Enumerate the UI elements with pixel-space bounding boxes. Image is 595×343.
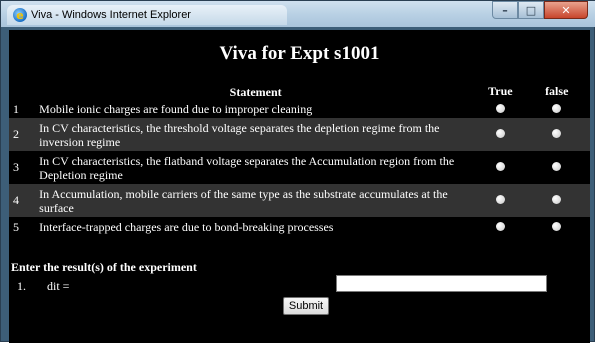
row-statement: Mobile ionic charges are found due to im… (35, 100, 473, 118)
maximize-icon: □ (525, 3, 537, 17)
table-row: 5 Interface-trapped charges are due to b… (9, 217, 590, 237)
close-icon: ✕ (561, 3, 571, 17)
false-radio[interactable] (552, 129, 562, 138)
header-true: True (488, 84, 513, 98)
close-button[interactable]: ✕ (544, 1, 588, 19)
row-statement: In Accumulation, mobile carriers of the … (35, 184, 473, 217)
row-statement: Interface-trapped charges are due to bon… (35, 217, 473, 237)
false-radio[interactable] (552, 195, 562, 204)
row-statement: In CV characteristics, the flatband volt… (35, 151, 473, 184)
row-number: 1 (9, 100, 36, 118)
false-radio[interactable] (552, 162, 562, 171)
quiz-table: Statement True false 1 Mobile ionic char… (9, 83, 590, 237)
table-row: 2 In CV characteristics, the threshold v… (9, 118, 590, 151)
results-heading: Enter the result(s) of the experiment (11, 260, 197, 274)
maximize-button[interactable]: □ (518, 1, 544, 19)
title-tab: e Viva - Windows Internet Explorer (7, 5, 287, 25)
table-row: 3 In CV characteristics, the flatband vo… (9, 151, 590, 184)
submit-button[interactable]: Submit (283, 297, 329, 315)
header-number (9, 83, 35, 100)
header-statement: Statement (229, 84, 282, 99)
dit-label: dit = (47, 279, 70, 293)
false-radio[interactable] (552, 103, 562, 113)
minimize-icon: – (502, 3, 508, 17)
page-title: Viva for Expt s1001 (219, 43, 380, 64)
minimize-button[interactable]: – (492, 1, 518, 19)
ie-icon: e (13, 8, 27, 22)
window-title: Viva - Windows Internet Explorer (31, 9, 191, 21)
page-content: Viva for Expt s1001 Statement True false… (9, 30, 590, 343)
table-row: 1 Mobile ionic charges are found due to … (9, 100, 590, 118)
title-bar: e Viva - Windows Internet Explorer – □ ✕ (1, 1, 595, 27)
true-radio[interactable] (495, 162, 505, 171)
browser-window: e Viva - Windows Internet Explorer – □ ✕… (0, 0, 595, 343)
row-number: 5 (9, 217, 36, 237)
row-statement: In CV characteristics, the threshold vol… (35, 118, 473, 151)
true-radio[interactable] (495, 221, 505, 231)
false-radio[interactable] (552, 221, 562, 231)
row-number: 2 (9, 118, 36, 151)
true-radio[interactable] (495, 129, 505, 138)
header-false: false (545, 84, 569, 98)
row-number: 3 (9, 151, 36, 184)
table-row: 4 In Accumulation, mobile carriers of th… (9, 184, 590, 217)
true-radio[interactable] (495, 195, 505, 204)
true-radio[interactable] (495, 103, 505, 113)
table-header-row: Statement True false (9, 83, 590, 100)
row-number: 4 (9, 184, 36, 217)
dit-input[interactable] (336, 275, 547, 292)
result-number: 1. (17, 279, 26, 293)
window-controls: – □ ✕ (492, 1, 588, 19)
